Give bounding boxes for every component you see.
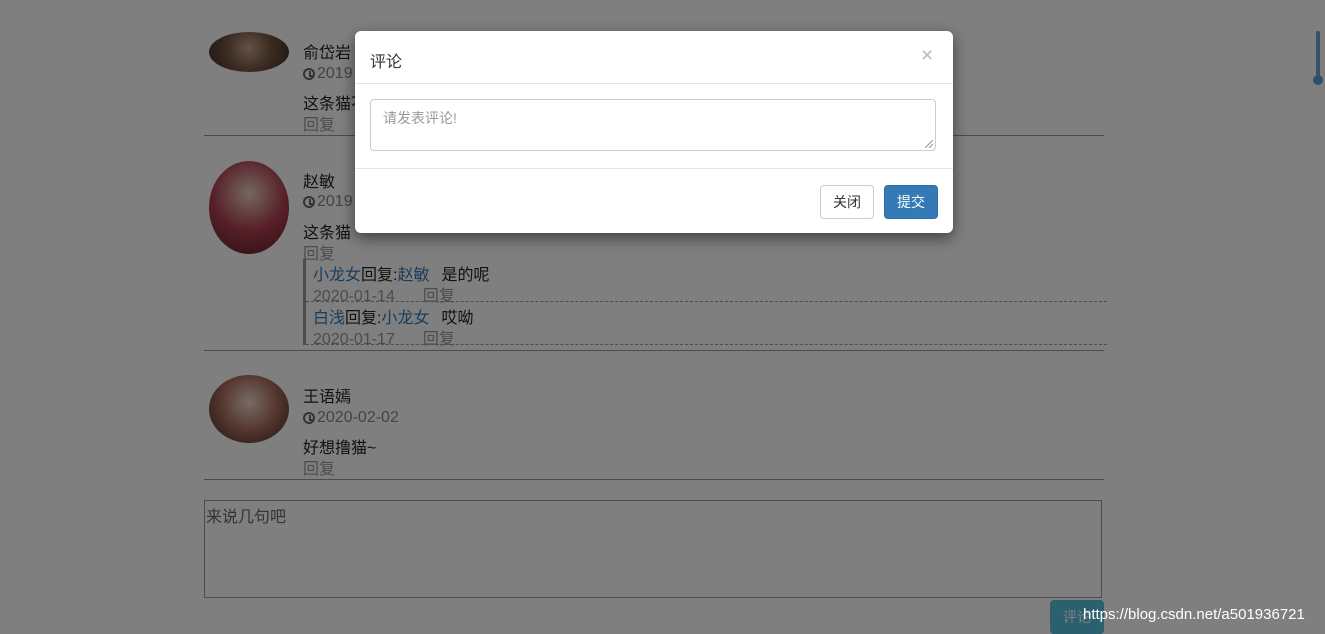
close-icon[interactable]: × xyxy=(921,45,933,66)
modal-title: 评论 xyxy=(370,54,403,71)
modal-footer: 关闭 提交 xyxy=(355,168,953,234)
modal-header: 评论 × xyxy=(355,31,953,84)
watermark: https://blog.csdn.net/a501936721 xyxy=(1083,606,1305,623)
modal-body: 请发表评论! xyxy=(355,84,953,168)
submit-button[interactable]: 提交 xyxy=(884,185,938,219)
resize-grip-icon[interactable] xyxy=(925,140,933,148)
modal-comment-textarea[interactable]: 请发表评论! xyxy=(370,99,936,151)
close-button[interactable]: 关闭 xyxy=(820,185,874,219)
textarea-placeholder: 请发表评论! xyxy=(383,110,457,126)
comment-modal: 评论 × 请发表评论! 关闭 提交 xyxy=(355,31,953,233)
